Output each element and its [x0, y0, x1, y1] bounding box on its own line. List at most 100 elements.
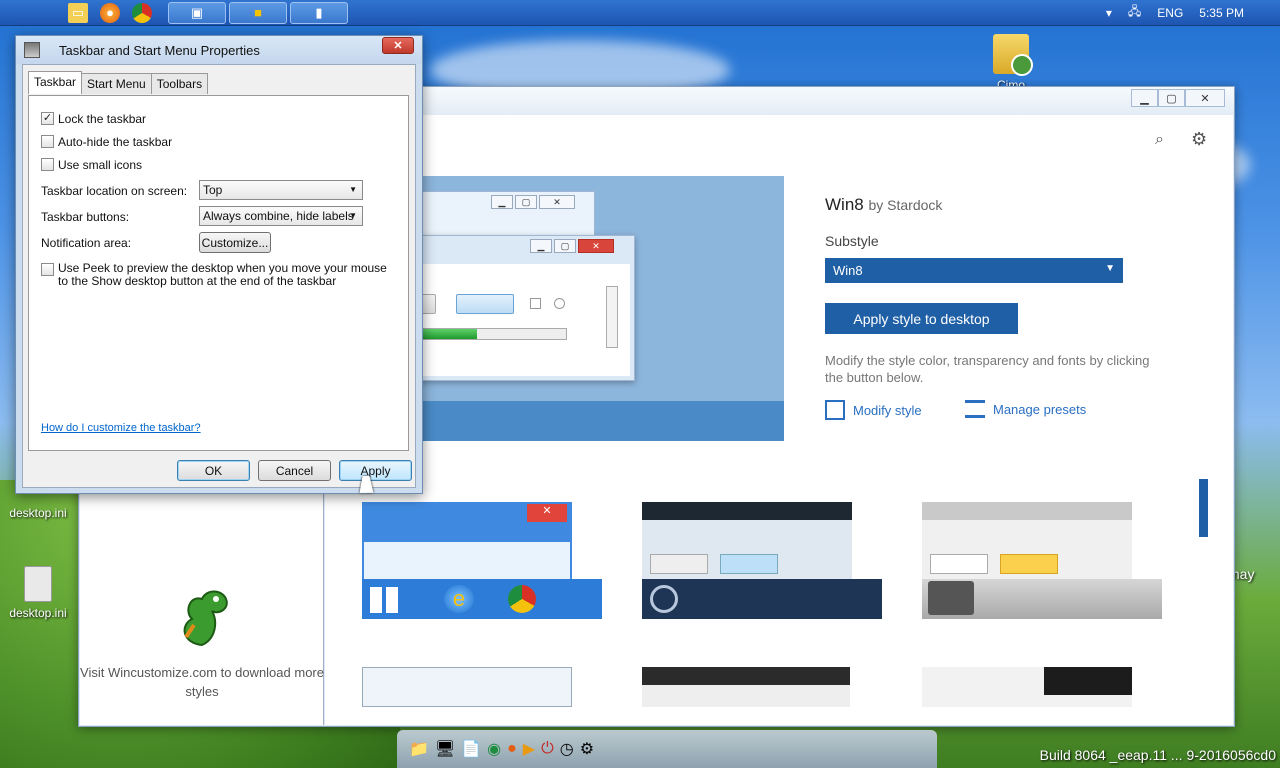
chrome-icon[interactable]: [132, 2, 152, 23]
style-thumbnail-win8[interactable]: ✕ e: [362, 502, 602, 627]
tab-start-menu[interactable]: Start Menu: [81, 73, 152, 94]
system-tray: ▾ 🖧 ENG 5:35 PM: [1106, 2, 1244, 23]
location-select[interactable]: Top ▼: [199, 180, 363, 200]
start-button-icon: [928, 581, 974, 615]
presets-list-icon: [965, 400, 985, 418]
desktop-icon-desktop-ini-2[interactable]: desktop.ini: [1, 566, 75, 620]
clock[interactable]: 5:35 PM: [1199, 6, 1244, 20]
taskbar-buttons-select[interactable]: Always combine, hide labels ▼: [199, 206, 363, 226]
tab-strip: Taskbar Start Menu Toolbars: [28, 71, 209, 94]
taskbar-properties-button[interactable]: ▮: [290, 1, 348, 24]
close-icon: ✕: [578, 239, 614, 253]
manage-presets-link[interactable]: Manage presets: [965, 400, 1086, 418]
mouse-cursor-icon: [359, 476, 377, 493]
user-folder-icon: [993, 34, 1033, 76]
style-thumbnail-6[interactable]: [922, 667, 1162, 707]
quick-launch: ▭ ●: [68, 2, 152, 23]
style-thumbnail-silver[interactable]: [922, 502, 1162, 627]
small-icons-option[interactable]: Use small icons: [41, 158, 142, 172]
taskbar-props-icon: ▮: [315, 4, 323, 20]
desktop-icon-label: desktop.ini: [9, 606, 67, 620]
modify-description: Modify the style color, transparency and…: [825, 353, 1150, 385]
win-flag-icon: ■: [254, 5, 262, 20]
dock-computer-icon[interactable]: 🖥: [435, 739, 455, 759]
taskbar-props-icon: [24, 42, 40, 58]
customize-button[interactable]: Customize...: [199, 232, 271, 253]
minimize-button[interactable]: ▁: [1131, 89, 1158, 107]
tab-toolbars[interactable]: Toolbars: [150, 73, 209, 94]
control-panel-icon: ▣: [190, 4, 204, 20]
lock-taskbar-checkbox[interactable]: ✓: [41, 112, 54, 125]
ok-button[interactable]: OK: [177, 460, 250, 481]
close-icon: ✕: [527, 504, 567, 522]
dock-document-icon[interactable]: 📄: [461, 739, 481, 759]
dialog-close-button[interactable]: ✕: [382, 37, 414, 54]
chevron-down-icon: ▼: [349, 211, 357, 220]
taskbar-tab-panel: ✓ Lock the taskbar Auto-hide the taskbar…: [28, 95, 409, 451]
maximize-icon: ▢: [515, 195, 537, 209]
taskbar: ▭ ● ▣ ■ ▮ ▾ 🖧 ENG 5:35 PM: [0, 0, 1280, 26]
dialog-body: Taskbar Start Menu Toolbars ✓ Lock the t…: [22, 64, 416, 488]
style-thumbnail-4[interactable]: [362, 667, 602, 707]
lock-taskbar-option[interactable]: ✓ Lock the taskbar: [41, 112, 146, 126]
style-content: ⌕ ⚙ ▁ ▢ ✕ ▁ ▢ ✕ Win8 by Stardock Substyl…: [325, 115, 1233, 725]
style-title: Win8 by Stardock: [825, 195, 943, 214]
dock-settings-icon[interactable]: ⚙: [580, 739, 594, 759]
close-button[interactable]: ✕: [1185, 89, 1225, 107]
modify-style-link[interactable]: Modify style: [825, 400, 922, 420]
chrome-icon: [508, 585, 536, 613]
preview-button-hot: [456, 294, 514, 314]
language-indicator[interactable]: ENG: [1157, 6, 1183, 20]
dock-folder-icon[interactable]: 📁: [409, 739, 429, 759]
dock-chrome-icon[interactable]: ◉: [487, 739, 501, 759]
dock-clock-icon[interactable]: ◷: [560, 739, 574, 759]
dialog-title: Taskbar and Start Menu Properties: [59, 42, 260, 58]
small-icons-checkbox[interactable]: [41, 158, 54, 171]
apply-style-button[interactable]: Apply style to desktop: [825, 303, 1018, 334]
dock-media-icon[interactable]: ▶: [523, 739, 535, 759]
maximize-button[interactable]: ▢: [1158, 89, 1185, 107]
desktop-icon-desktop-ini[interactable]: desktop.ini: [1, 506, 75, 520]
chevron-down-icon: ▼: [1105, 263, 1115, 274]
firefox-icon[interactable]: ●: [100, 2, 120, 23]
style-thumbnail-dark[interactable]: [642, 502, 882, 627]
folder-icon[interactable]: ▭: [68, 2, 88, 23]
buttons-label: Taskbar buttons:: [41, 210, 130, 224]
help-link[interactable]: How do I customize the taskbar?: [41, 422, 201, 434]
file-icon: [24, 566, 52, 602]
desktop-icon-cimo[interactable]: Cimo: [974, 34, 1048, 92]
peek-option[interactable]: Use Peek to preview the desktop when you…: [41, 262, 393, 288]
start-orb-icon: [650, 585, 678, 613]
gecko-mascot-icon: [172, 585, 232, 649]
taskbar-control-panel-button[interactable]: ▣: [168, 1, 226, 24]
dock-power-icon[interactable]: ⏻: [541, 740, 554, 758]
peek-checkbox[interactable]: [41, 263, 54, 276]
cancel-button[interactable]: Cancel: [258, 460, 331, 481]
close-icon: ✕: [539, 195, 575, 209]
wincustomize-promo[interactable]: Visit Wincustomize.com to download more …: [80, 585, 324, 701]
chevron-down-icon[interactable]: ▾: [1106, 6, 1112, 20]
location-label: Taskbar location on screen:: [41, 184, 188, 198]
autohide-option[interactable]: Auto-hide the taskbar: [41, 135, 172, 149]
dialog-titlebar[interactable]: Taskbar and Start Menu Properties ✕: [16, 36, 422, 64]
substyle-label: Substyle: [825, 233, 879, 249]
network-icon[interactable]: 🖧: [1128, 2, 1141, 23]
bottom-dock: 📁 🖥 📄 ◉ ● ▶ ⏻ ◷ ⚙: [397, 730, 937, 768]
scrollbar-thumb[interactable]: [1199, 479, 1208, 537]
tab-taskbar[interactable]: Taskbar: [28, 71, 83, 94]
style-thumbnail-5[interactable]: [642, 667, 882, 707]
minimize-icon: ▁: [491, 195, 513, 209]
taskbar-properties-dialog: Taskbar and Start Menu Properties ✕ Task…: [15, 35, 423, 494]
search-icon[interactable]: ⌕: [1155, 131, 1164, 149]
minimize-icon: ▁: [530, 239, 552, 253]
windows-logo-icon: [370, 587, 398, 613]
taskbar-windows-button[interactable]: ■: [229, 1, 287, 24]
maximize-icon: ▢: [554, 239, 576, 253]
chevron-down-icon: ▼: [349, 185, 357, 194]
gear-icon[interactable]: ⚙: [1191, 129, 1207, 150]
build-watermark: Build 8064 _eeap.11 ... 9-2016056cd0: [1039, 747, 1276, 763]
dock-firefox-icon[interactable]: ●: [507, 740, 517, 758]
notification-label: Notification area:: [41, 236, 132, 250]
autohide-checkbox[interactable]: [41, 135, 54, 148]
substyle-select[interactable]: Win8 ▼: [825, 258, 1123, 283]
